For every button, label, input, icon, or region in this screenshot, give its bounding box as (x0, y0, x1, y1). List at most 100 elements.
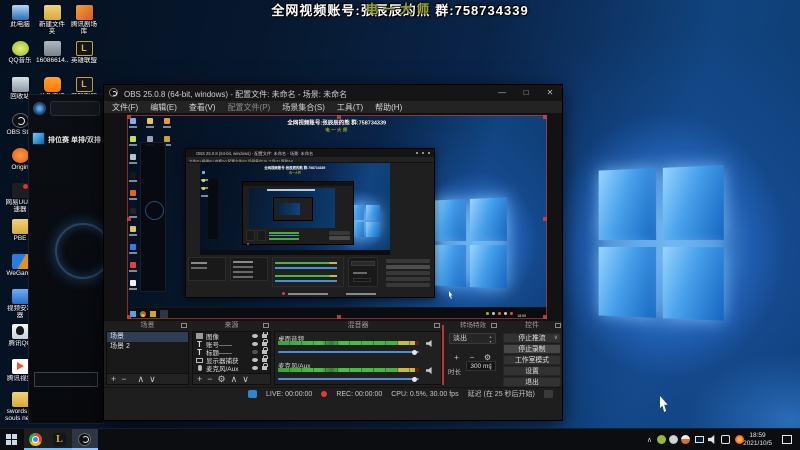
menu-profile[interactable]: 配置文件(P) (222, 102, 277, 113)
dock-popout-icon[interactable] (491, 323, 497, 328)
folder-icon (43, 5, 61, 20)
visibility-off-icon[interactable] (252, 350, 258, 354)
exit-button[interactable]: 退出 (503, 377, 561, 387)
grey-circle-icon[interactable] (669, 435, 678, 444)
scenes-header[interactable]: 场景 (106, 321, 189, 331)
chat-input[interactable] (34, 372, 98, 387)
preview-taskbar: 18:59 2021/10/5 (127, 307, 547, 319)
desktop-icon-this-pc[interactable]: 此电脑 (4, 5, 36, 28)
cpu-usage: CPU: 0.5%, 30.00 fps (391, 390, 459, 398)
summoner-avatar[interactable] (33, 102, 46, 115)
obs-titlebar[interactable]: OBS 25.0.8 (64-bit, windows) - 配置文件: 未命名… (104, 85, 562, 101)
dock-popout-icon[interactable] (434, 323, 440, 328)
spinner-arrows-icon[interactable]: ▴ ▾ (487, 361, 494, 371)
maximize-button[interactable]: □ (514, 85, 538, 101)
transition-select[interactable]: 淡出 ▴ ▾ (449, 333, 496, 344)
desktop-icon-tencent-media[interactable]: 腾讯剧场库 (68, 5, 100, 35)
orange-dot-icon[interactable] (681, 435, 690, 444)
delay-status: 延迟 (在 25 秒后开始) (467, 391, 535, 398)
obs-preview-area[interactable]: 全网视频账号:张辰辰的熊 群:758734339 电一大师 OBS 25.0.8… (104, 114, 562, 321)
queue-label: 排位赛 单排/双排 (48, 137, 101, 144)
menu-edit[interactable]: 编辑(E) (144, 102, 183, 113)
volume-slider[interactable] (278, 349, 419, 355)
scene-item-selected[interactable]: 场景 (107, 332, 188, 342)
recursive-sources-dock (230, 257, 268, 281)
lock-icon[interactable] (262, 363, 268, 370)
source-up-button[interactable]: ∧ (231, 374, 238, 385)
visibility-icon[interactable] (252, 358, 258, 362)
speaker-icon[interactable] (426, 340, 432, 347)
menu-file[interactable]: 文件(F) (106, 102, 144, 113)
action-center-icon[interactable] (782, 435, 792, 444)
folder-icon (11, 219, 29, 234)
studio-mode-button[interactable]: 工作室模式 (503, 355, 561, 365)
mini-league-icon (150, 311, 156, 317)
controls-header[interactable]: 控件 (501, 321, 562, 331)
stop-streaming-button[interactable]: 停止推流 ∨ (503, 333, 561, 343)
add-scene-button[interactable]: + (111, 374, 116, 384)
tray-expand-icon[interactable]: ∧ (647, 436, 652, 444)
sources-header[interactable]: 来源 (192, 321, 271, 331)
speaker-icon[interactable] (708, 435, 715, 444)
remove-scene-button[interactable]: − (121, 374, 126, 384)
mini-icon (129, 190, 137, 200)
chevron-down-icon[interactable]: ∨ (554, 334, 558, 342)
mixer-header[interactable]: 混音器 (274, 321, 442, 331)
taskbar-league[interactable]: L (48, 429, 72, 450)
menu-view[interactable]: 查看(V) (183, 102, 222, 113)
desktop-icon-number-folder[interactable]: 16086614... (36, 41, 68, 64)
device-icon[interactable] (721, 435, 730, 444)
recursive-preview: 全网视频账号:张辰辰的熊 群:758734339 电一大师 (200, 163, 390, 255)
start-button[interactable] (0, 429, 24, 450)
volume-slider[interactable] (278, 376, 419, 382)
remove-source-button[interactable]: − (207, 374, 212, 384)
menu-help[interactable]: 帮助(H) (369, 102, 408, 113)
taskbar-clock[interactable]: 18:59 2021/10/5 (743, 432, 772, 447)
minimize-button[interactable]: — (490, 85, 514, 101)
dock-popout-icon[interactable] (263, 323, 269, 328)
source-down-button[interactable]: ∨ (242, 374, 249, 385)
dock-popout-icon[interactable] (181, 323, 187, 328)
menu-scene-collection[interactable]: 场景集合(S) (276, 102, 331, 113)
taskbar-obs[interactable] (72, 429, 98, 450)
monitor-icon[interactable] (695, 436, 704, 443)
duration-input[interactable]: 300 ms ▴ ▾ (466, 361, 496, 371)
visibility-icon[interactable] (252, 366, 258, 370)
menu-tools[interactable]: 工具(T) (331, 102, 369, 113)
source-row[interactable]: 麦克风/Aux (193, 363, 270, 373)
recursive-mixer-dock (272, 257, 344, 287)
qq-music-icon (11, 41, 29, 56)
recycle-bin-icon (11, 77, 29, 92)
visibility-icon[interactable] (252, 334, 258, 338)
spinner-arrows-icon[interactable]: ▴ ▾ (487, 334, 494, 344)
add-source-button[interactable]: + (197, 374, 202, 384)
chrome-icon (29, 433, 42, 446)
visibility-icon[interactable] (252, 342, 258, 346)
rec-dot-icon (321, 391, 328, 397)
text-source-icon: T (197, 347, 202, 357)
dock-popout-icon[interactable] (555, 323, 561, 328)
source-properties-button[interactable]: ⚙ (218, 374, 226, 385)
windows-logo (598, 165, 724, 321)
scene-down-button[interactable]: ∨ (149, 374, 156, 385)
desktop-icon-new-folder[interactable]: 新建文件夹 (36, 5, 68, 35)
lock-icon[interactable] (262, 347, 268, 354)
taskbar-chrome[interactable] (24, 429, 48, 450)
desktop-icon-lol[interactable]: L 英雄联盟 (68, 41, 100, 64)
desktop-icon-qq-music[interactable]: QQ音乐 (4, 41, 36, 64)
stop-recording-button[interactable]: 停止录制 (503, 344, 561, 354)
scene-up-button[interactable]: ∧ (138, 374, 145, 385)
lock-icon[interactable] (262, 355, 268, 362)
lock-icon[interactable] (262, 332, 268, 338)
league-client-window[interactable]: 排位赛 单排/双排 (28, 94, 104, 424)
settings-button[interactable]: 设置 (503, 366, 561, 376)
speaker-icon[interactable] (426, 367, 432, 374)
green-dot-icon[interactable] (657, 435, 666, 444)
lock-icon[interactable] (262, 339, 268, 346)
display-capture-preview[interactable]: 全网视频账号:张辰辰的熊 群:758734339 电一大师 OBS 25.0.8… (127, 115, 547, 319)
close-button[interactable]: ✕ (538, 85, 562, 101)
obs-menubar: 文件(F) 编辑(E) 查看(V) 配置文件(P) 场景集合(S) 工具(T) … (104, 101, 562, 114)
obs-icon (78, 433, 91, 446)
scene-item[interactable]: 场景 2 (107, 342, 188, 352)
lobby-button[interactable] (50, 101, 100, 116)
